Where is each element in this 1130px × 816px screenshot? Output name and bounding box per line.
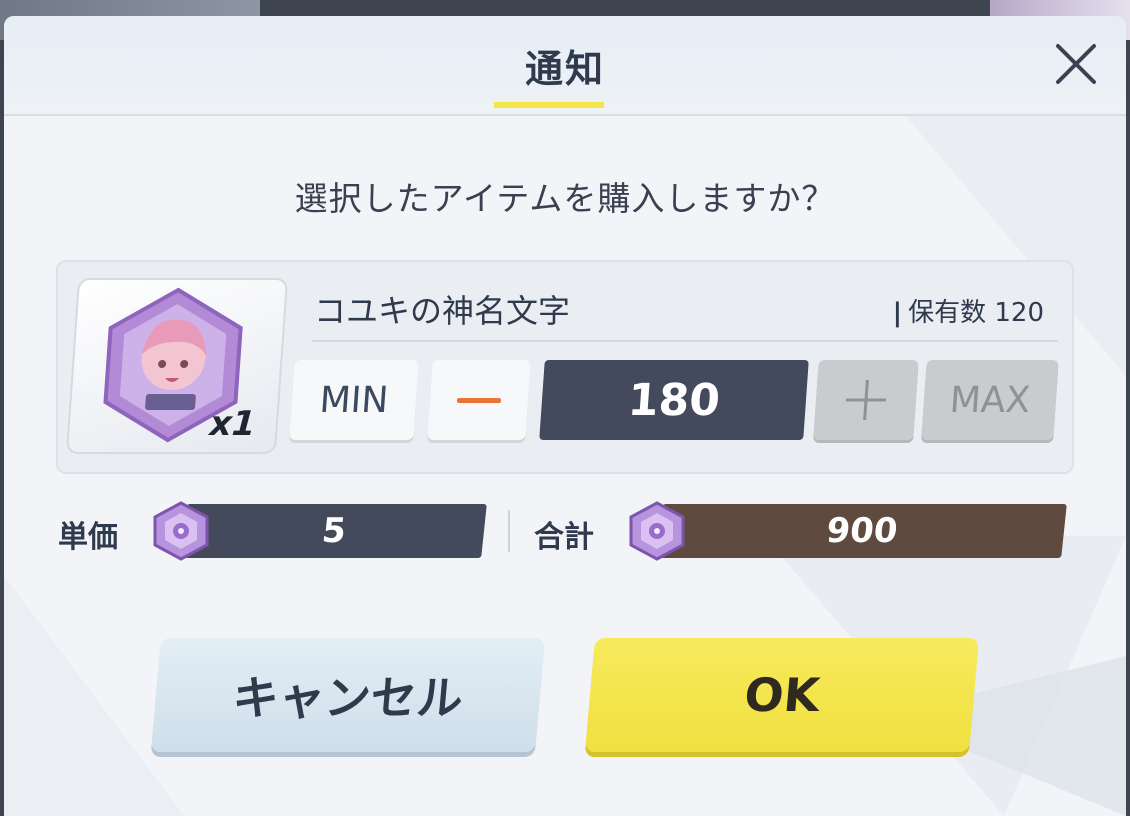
- dialog-header: 通知: [4, 16, 1126, 116]
- plus-icon: [845, 380, 887, 420]
- min-button[interactable]: MIN: [289, 360, 419, 440]
- close-icon: [1056, 44, 1096, 84]
- item-panel: x1 コユキの神名文字 | 保有数 120 MIN 180 MAX: [56, 260, 1074, 474]
- name-divider: [312, 340, 1058, 342]
- dialog-title: 通知: [524, 47, 605, 91]
- cancel-button[interactable]: キャンセル: [151, 638, 545, 752]
- decrement-button[interactable]: [427, 360, 531, 440]
- gem-icon: [629, 501, 685, 561]
- gem-icon: [153, 501, 209, 561]
- item-thumbnail: x1: [65, 278, 289, 454]
- total-price-label: 合計: [534, 520, 594, 555]
- title-underline: [494, 102, 604, 108]
- minus-icon: [457, 397, 501, 403]
- ok-button[interactable]: OK: [585, 638, 979, 752]
- item-name: コユキの神名文字: [314, 292, 571, 330]
- total-price-value: 900: [657, 504, 1067, 558]
- quantity-input[interactable]: 180: [539, 360, 809, 440]
- price-separator: [508, 510, 510, 552]
- max-button[interactable]: MAX: [921, 360, 1059, 440]
- item-count-badge: x1: [208, 404, 257, 444]
- owned-label: 保有数: [908, 298, 987, 328]
- unit-price-value: 5: [181, 504, 487, 558]
- owned-value: 120: [994, 298, 1044, 328]
- owned-separator: |: [892, 298, 903, 328]
- purchase-dialog: 通知 選択したアイテムを購入しますか？ x1 コユキの神名文字 | 保有数 12…: [4, 16, 1126, 816]
- owned-count: | 保有数 120: [893, 292, 1044, 329]
- increment-button[interactable]: [813, 360, 919, 440]
- confirm-question: 選択したアイテムを購入しますか？: [294, 179, 836, 218]
- unit-price-label: 単価: [58, 520, 118, 555]
- close-button[interactable]: [1050, 38, 1102, 90]
